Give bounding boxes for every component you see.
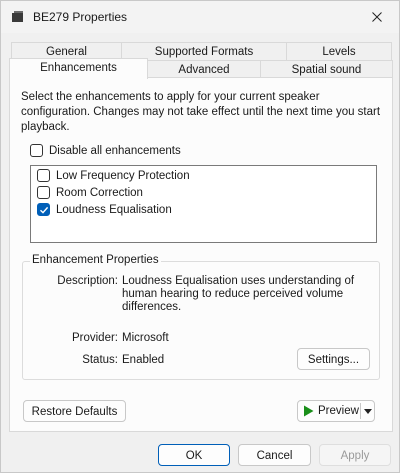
preview-dropdown[interactable]: [362, 401, 374, 421]
list-item[interactable]: Low Frequency Protection: [37, 169, 190, 182]
speaker-icon: [12, 11, 23, 22]
title-bar: BE279 Properties: [1, 1, 399, 33]
disable-all-checkbox[interactable]: [30, 144, 43, 157]
preview-button[interactable]: Preview: [297, 400, 375, 422]
low-frequency-protection-checkbox[interactable]: [37, 169, 50, 182]
preview-main[interactable]: Preview: [298, 401, 360, 421]
tab-enhancements[interactable]: Enhancements: [9, 58, 148, 79]
cancel-button[interactable]: Cancel: [238, 444, 311, 466]
disable-all-checkbox-row[interactable]: Disable all enhancements: [30, 144, 181, 157]
chevron-down-icon: [364, 408, 372, 414]
provider-value: Microsoft: [122, 332, 169, 344]
list-item-label: Loudness Equalisation: [56, 203, 172, 216]
list-item[interactable]: Loudness Equalisation: [37, 203, 172, 216]
close-icon: [372, 12, 382, 22]
preview-label: Preview: [318, 405, 359, 417]
disable-all-label: Disable all enhancements: [49, 144, 181, 157]
tab-label: Levels: [322, 46, 356, 58]
loudness-equalisation-checkbox[interactable]: [37, 203, 50, 216]
list-item-label: Room Correction: [56, 186, 143, 199]
play-icon: [304, 405, 314, 417]
close-button[interactable]: [355, 1, 399, 33]
description-label: Description:: [57, 275, 118, 287]
check-icon: [40, 206, 49, 214]
list-item-label: Low Frequency Protection: [56, 169, 190, 182]
enhancements-list[interactable]: Low Frequency Protection Room Correction…: [30, 165, 377, 243]
properties-window: BE279 Properties General Supported Forma…: [0, 0, 400, 473]
ok-button[interactable]: OK: [158, 444, 230, 466]
enhancements-description: Select the enhancements to apply for you…: [21, 91, 381, 133]
status-label: Status:: [82, 354, 118, 366]
window-title: BE279 Properties: [33, 10, 128, 24]
settings-button[interactable]: Settings...: [297, 348, 370, 370]
tab-label: Enhancements: [40, 62, 117, 74]
provider-label: Provider:: [71, 332, 118, 344]
status-value: Enabled: [122, 354, 165, 366]
tab-label: General: [46, 46, 87, 58]
description-value: Loudness Equalisation uses understanding…: [122, 275, 355, 313]
tab-label: Supported Formats: [154, 46, 254, 58]
split-divider: [360, 403, 361, 419]
restore-defaults-button[interactable]: Restore Defaults: [23, 400, 126, 422]
tab-label: Advanced: [178, 64, 230, 76]
tab-label: Spatial sound: [291, 64, 362, 76]
room-correction-checkbox[interactable]: [37, 186, 50, 199]
apply-button[interactable]: Apply: [319, 444, 391, 466]
group-title: Enhancement Properties: [30, 254, 161, 266]
tab-levels[interactable]: Levels: [286, 42, 392, 61]
list-item[interactable]: Room Correction: [37, 186, 143, 199]
